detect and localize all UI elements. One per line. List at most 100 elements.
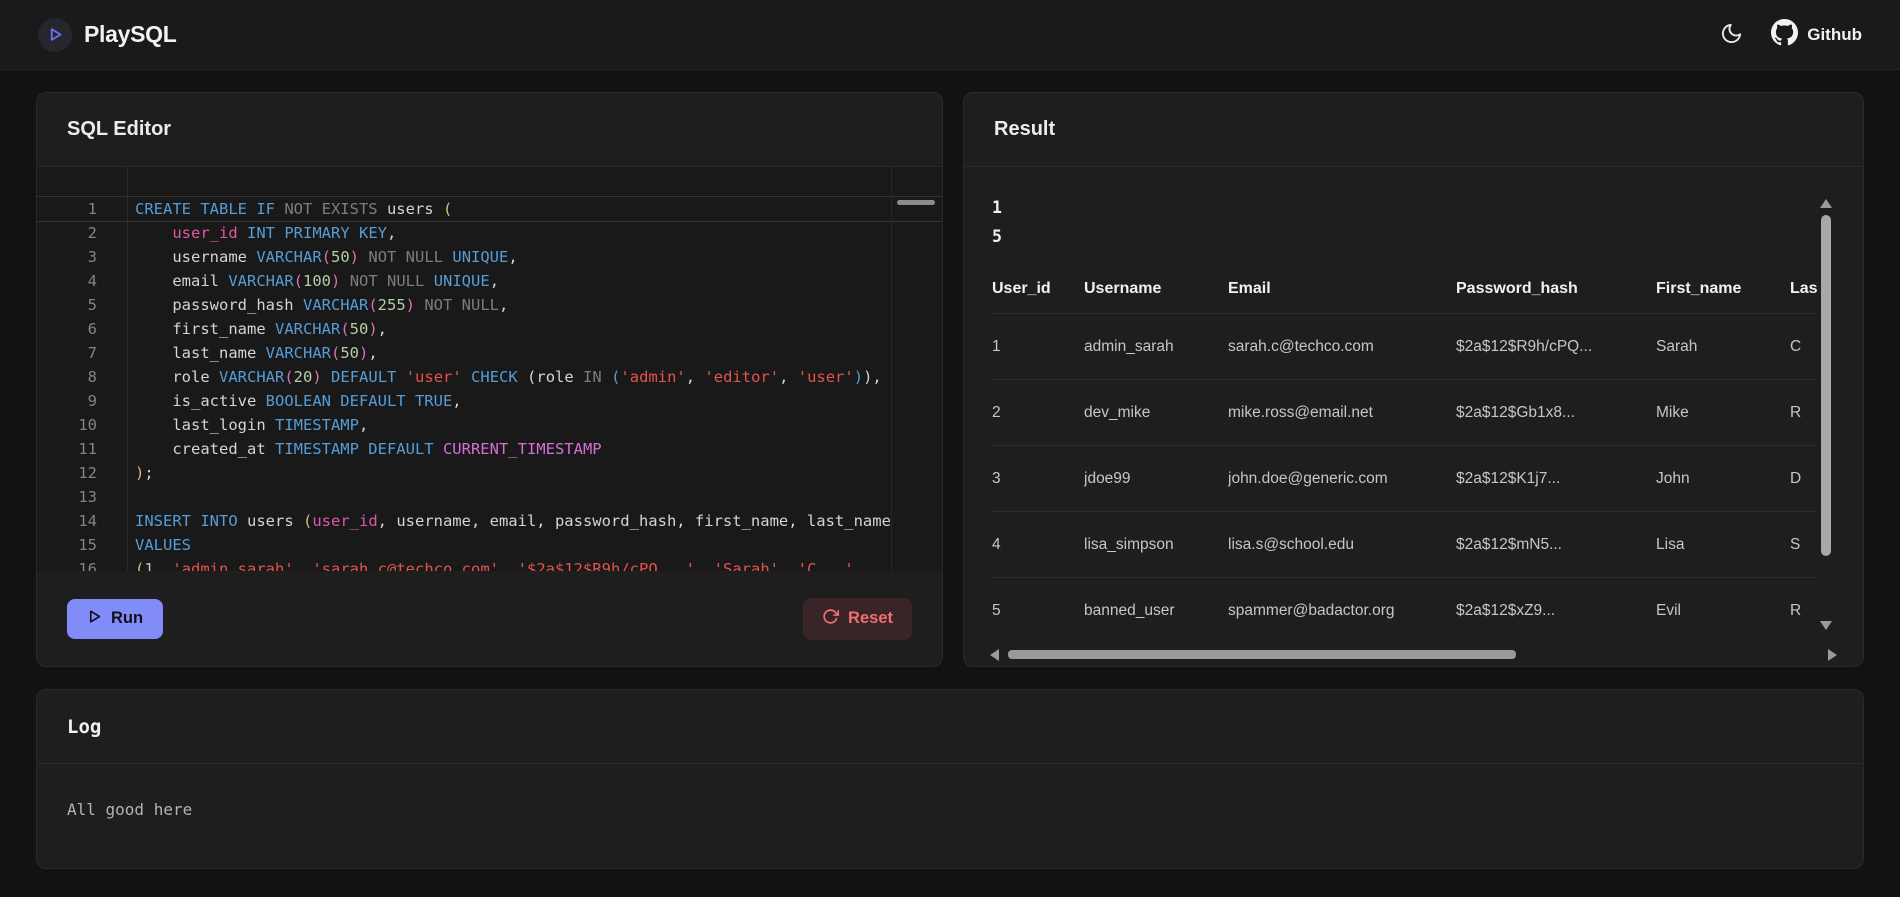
- github-label: Github: [1807, 24, 1862, 44]
- line-number: 14: [78, 512, 97, 530]
- table-cell: $2a$12$mN5...: [1456, 535, 1562, 553]
- sql-editor-title: SQL Editor: [67, 118, 172, 140]
- line-number: 8: [87, 368, 97, 386]
- table-header-cell: User_id: [992, 280, 1051, 297]
- code-line: 4 email VARCHAR(100) NOT NULL UNIQUE,: [37, 269, 942, 293]
- log-title: Log: [67, 715, 102, 738]
- github-link[interactable]: Github: [1771, 18, 1862, 51]
- log-body: All good here: [37, 764, 1863, 856]
- code-text: created_at TIMESTAMP DEFAULT CURRENT_TIM…: [135, 440, 602, 458]
- code-text: last_login TIMESTAMP,: [135, 416, 369, 434]
- code-line: 16 (1, 'admin_sarah', 'sarah.c@techco.com…: [37, 557, 942, 571]
- line-number: 11: [78, 440, 97, 458]
- line-number: 4: [87, 272, 97, 290]
- result-vertical-scrollbar[interactable]: [1819, 199, 1833, 630]
- code-line: 1 CREATE TABLE IF NOT EXISTS users (: [37, 197, 942, 221]
- scroll-up-arrow-icon[interactable]: [1820, 199, 1832, 208]
- code-text: INSERT INTO users (user_id, username, em…: [135, 512, 891, 530]
- vertical-scrollbar-thumb[interactable]: [1821, 215, 1831, 556]
- table-cell: spammer@badactor.org: [1228, 601, 1395, 619]
- code-line: 3 username VARCHAR(50) NOT NULL UNIQUE,: [37, 245, 942, 269]
- run-button[interactable]: Run: [67, 598, 164, 639]
- code-text: first_name VARCHAR(50),: [135, 320, 388, 338]
- play-icon: [38, 17, 72, 52]
- log-header: Log: [37, 690, 1863, 764]
- code-text: role VARCHAR(20) DEFAULT 'user' CHECK (r…: [135, 368, 882, 386]
- scroll-left-arrow-icon[interactable]: [990, 649, 999, 661]
- navbar: PlaySQL Github: [0, 0, 1900, 70]
- sql-editor-panel: SQL Editor 1 CREATE TABLE IF NOT EXISTS u…: [36, 92, 943, 667]
- code-text: email VARCHAR(100) NOT NULL UNIQUE,: [135, 272, 500, 290]
- code-text: password_hash VARCHAR(255) NOT NULL,: [135, 296, 509, 314]
- table-cell: 2: [992, 403, 1001, 421]
- play-run-icon: [87, 609, 102, 629]
- code-line: 2 user_id INT PRIMARY KEY,: [37, 221, 942, 245]
- brand: PlaySQL: [38, 17, 177, 52]
- result-panel: Result 1 5 User_id Username Email Password_…: [963, 92, 1864, 667]
- table-cell: 1: [992, 337, 1001, 355]
- table-cell: $2a$12$Gb1x8...: [1456, 403, 1575, 421]
- table-cell: banned_user: [1084, 601, 1175, 619]
- table-cell: Sarah: [1656, 337, 1698, 355]
- code-text: );: [135, 464, 154, 482]
- reset-button[interactable]: Reset: [803, 597, 912, 640]
- table-cell: mike.ross@email.net: [1228, 403, 1373, 421]
- code-line: 11 created_at TIMESTAMP DEFAULT CURRENT_…: [37, 437, 942, 461]
- line-number: 9: [87, 392, 97, 410]
- scroll-right-arrow-icon[interactable]: [1828, 649, 1837, 661]
- log-message: All good here: [67, 800, 193, 819]
- table-header-cell: First_name: [1656, 280, 1742, 297]
- result-header: Result: [964, 93, 1863, 167]
- code-lines: 1 CREATE TABLE IF NOT EXISTS users ( 2 use…: [37, 197, 942, 571]
- line-number: 10: [78, 416, 97, 434]
- table-row: 1 admin_sarah sarah.c@techco.com $2a$12$R9h…: [992, 313, 1817, 379]
- result-horizontal-scrollbar[interactable]: [990, 648, 1837, 661]
- code-line: 15 VALUES: [37, 533, 942, 557]
- table-cell: Mike: [1656, 403, 1689, 421]
- code-text: CREATE TABLE IF NOT EXISTS users (: [135, 200, 453, 218]
- table-cell: sarah.c@techco.com: [1228, 337, 1374, 355]
- code-line: 14 INSERT INTO users (user_id, username, …: [37, 509, 942, 533]
- table-cell: lisa_simpson: [1084, 535, 1174, 553]
- sql-code-editor[interactable]: 1 CREATE TABLE IF NOT EXISTS users ( 2 use…: [37, 167, 942, 571]
- code-line: 8 role VARCHAR(20) DEFAULT 'user' CHECK …: [37, 365, 942, 389]
- table-cell: D: [1790, 469, 1802, 487]
- table-row: 3 jdoe99 john.doe@generic.com $2a$12$K1j7..…: [992, 445, 1817, 511]
- line-number: 13: [78, 488, 97, 506]
- table-cell: Lisa: [1656, 535, 1685, 553]
- line-number: 7: [87, 344, 97, 362]
- table-cell: lisa.s@school.edu: [1228, 535, 1355, 553]
- scroll-down-arrow-icon[interactable]: [1820, 621, 1832, 630]
- table-cell: admin_sarah: [1084, 337, 1174, 355]
- table-cell: S: [1790, 535, 1801, 553]
- horizontal-scrollbar-thumb[interactable]: [1008, 650, 1517, 659]
- code-line: 5 password_hash VARCHAR(255) NOT NULL,: [37, 293, 942, 317]
- run-button-label: Run: [111, 609, 144, 627]
- reset-button-label: Reset: [848, 609, 893, 627]
- table-row: 4 lisa_simpson lisa.s@school.edu $2a$12$mN5…: [992, 511, 1817, 577]
- code-line: 6 first_name VARCHAR(50),: [37, 317, 942, 341]
- main-content: SQL Editor 1 CREATE TABLE IF NOT EXISTS u…: [36, 92, 1864, 667]
- line-number: 1: [87, 200, 97, 218]
- editor-ruler: [891, 167, 892, 571]
- code-line: 9 is_active BOOLEAN DEFAULT TRUE,: [37, 389, 942, 413]
- line-number: 3: [87, 248, 97, 266]
- theme-toggle-button[interactable]: [1720, 22, 1743, 48]
- table-cell: dev_mike: [1084, 403, 1151, 421]
- table-cell: 5: [992, 601, 1001, 619]
- line-number: 6: [87, 320, 97, 338]
- result-body: 1 5 User_id Username Email Password_hash Fir…: [964, 167, 1863, 643]
- table-cell: C: [1790, 337, 1802, 355]
- code-text: user_id INT PRIMARY KEY,: [172, 224, 397, 242]
- table-cell: $2a$12$xZ9...: [1456, 601, 1556, 619]
- table-cell: R: [1790, 601, 1802, 619]
- code-text: last_name VARCHAR(50),: [135, 344, 378, 362]
- line-number: 12: [78, 464, 97, 482]
- editor-scrollbar-thumb[interactable]: [897, 200, 935, 205]
- table-cell: $2a$12$K1j7...: [1456, 469, 1561, 487]
- line-number: 5: [87, 296, 97, 314]
- result-meta-line: 5: [992, 227, 1002, 246]
- table-header-cell: Password_hash: [1456, 280, 1578, 297]
- table-rows: 1 admin_sarah sarah.c@techco.com $2a$12$R9h…: [992, 313, 1817, 643]
